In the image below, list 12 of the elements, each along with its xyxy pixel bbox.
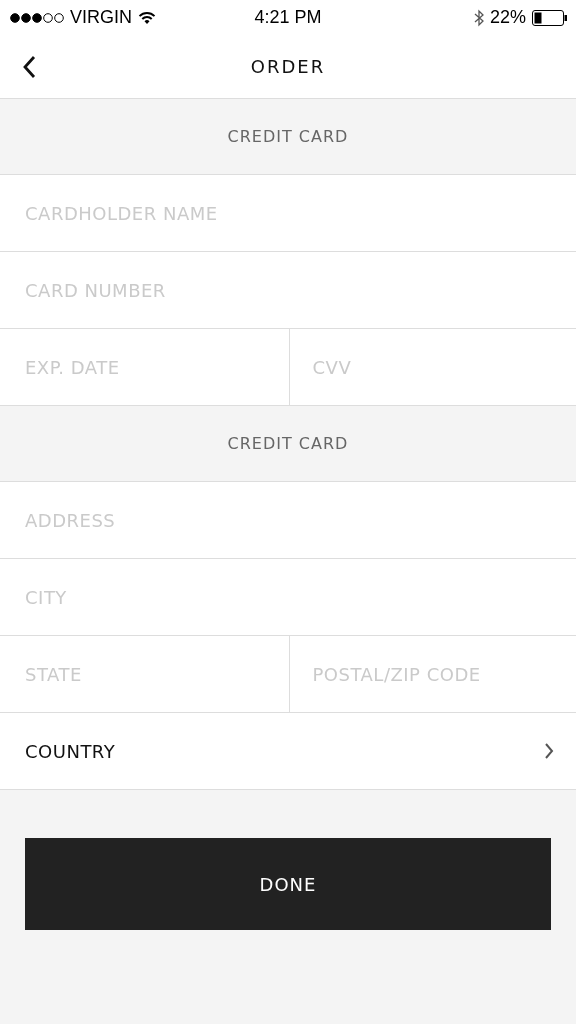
done-button[interactable]: DONE (25, 838, 551, 930)
signal-icon (10, 12, 64, 23)
carrier-name: VIRGIN (70, 7, 132, 28)
status-time: 4:21 PM (254, 7, 322, 28)
back-icon (22, 54, 36, 79)
battery-percentage: 22% (489, 7, 526, 28)
wifi-icon (138, 10, 156, 25)
battery-icon (532, 9, 568, 26)
country-selector[interactable]: COUNTRY (0, 713, 576, 790)
screen-title: ORDER (250, 56, 326, 77)
chevron-right-icon (544, 742, 554, 760)
bluetooth-icon (473, 8, 484, 27)
